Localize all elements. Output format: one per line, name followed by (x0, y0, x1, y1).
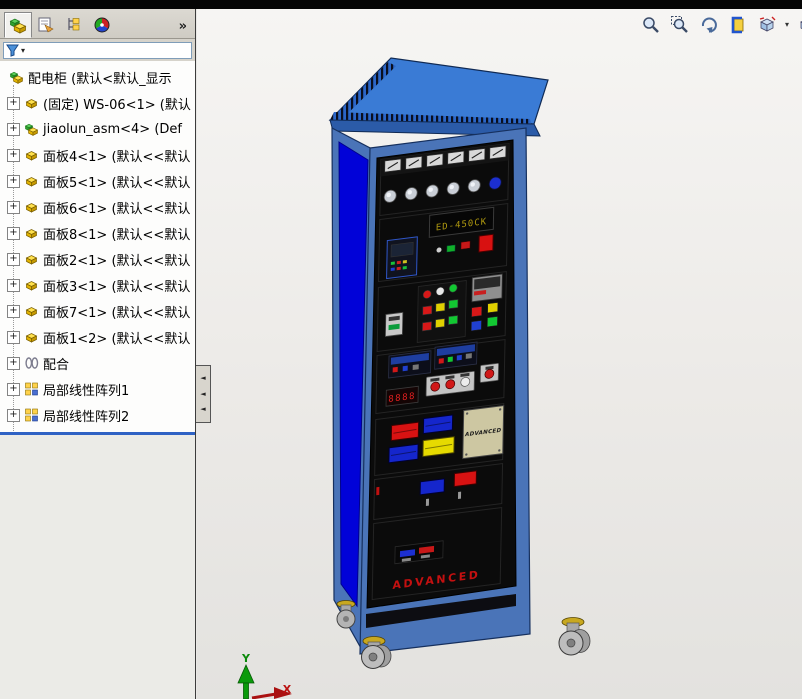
view-toolbar: ▾ ▾ (640, 12, 802, 38)
tree-item-label: jiaolun_asm<4> (Def (43, 122, 182, 137)
propertymanager-tab[interactable] (32, 12, 60, 38)
filter-row: ▾ (0, 39, 195, 61)
expand-toggle[interactable]: + (7, 123, 20, 136)
propertymanager-icon (36, 15, 56, 35)
featuremanager-panel: » ▾ 配电柜 (默认<默认_显示 + (固定) WS-06<1> (默认 (0, 9, 196, 699)
tree-item-label: 面板5<1> (默认<<默认 (43, 172, 190, 191)
rotate-view-icon[interactable] (698, 14, 720, 36)
tree-item-mates[interactable]: + 配合 (0, 350, 195, 376)
featuremanager-tabs: » (0, 9, 195, 39)
tree-item-label: 面板6<1> (默认<<默认 (43, 198, 190, 217)
configurationmanager-icon (64, 15, 84, 35)
vfd-unit (387, 237, 418, 279)
expand-toggle[interactable]: + (7, 357, 20, 370)
tree-item-local-pattern-2[interactable]: + 局部线性阵列2 (0, 402, 195, 428)
part-icon (23, 95, 41, 111)
tree-item-label: 面板4<1> (默认<<默认 (43, 146, 190, 165)
zoom-to-fit-icon[interactable] (640, 14, 662, 36)
tree-item-panel8[interactable]: + 面板8<1> (默认<<默认 (0, 220, 195, 246)
expand-toggle[interactable]: + (7, 175, 20, 188)
tree-item-panel3[interactable]: + 面板3<1> (默认<<默认 (0, 272, 195, 298)
tree-item-label: 面板8<1> (默认<<默认 (43, 224, 190, 243)
graphics-viewport[interactable]: ED-450CK (197, 9, 802, 699)
triad-x-label: X (283, 683, 292, 696)
tree-item-panel1[interactable]: + 面板1<2> (默认<<默认 (0, 324, 195, 350)
mates-icon (23, 355, 41, 371)
breaker-switch (385, 312, 402, 336)
part-icon (23, 199, 41, 215)
part-icon (23, 277, 41, 293)
tree-item-panel2[interactable]: + 面板2<1> (默认<<默认 (0, 246, 195, 272)
expand-toggle[interactable]: + (7, 253, 20, 266)
tree-item-panel5[interactable]: + 面板5<1> (默认<<默认 (0, 168, 195, 194)
expand-toggle[interactable]: + (7, 201, 20, 214)
cabinet-roof (330, 58, 548, 136)
featuremanager-tab[interactable] (4, 12, 32, 38)
part-icon (23, 147, 41, 163)
tabs-overflow-chevron[interactable]: » (179, 19, 191, 38)
tree-item-label: 局部线性阵列1 (43, 380, 129, 399)
pattern-icon (23, 407, 41, 423)
tree-item-label: 面板3<1> (默认<<默认 (43, 276, 190, 295)
displaymanager-icon (92, 15, 112, 35)
indicator-grid (417, 281, 466, 343)
view-triad: Y X (238, 652, 292, 699)
tree-item-panel7[interactable]: + 面板7<1> (默认<<默认 (0, 298, 195, 324)
featuremanager-tree-icon (8, 15, 28, 35)
tree-item-label: (固定) WS-06<1> (默认 (43, 94, 191, 113)
part-icon (23, 173, 41, 189)
assembly-icon (8, 69, 26, 85)
display-style-icon[interactable] (796, 14, 802, 36)
part-icon (23, 251, 41, 267)
expand-toggle[interactable]: + (7, 331, 20, 344)
solidworks-window: ED-450CK (0, 0, 802, 699)
feature-tree: 配电柜 (默认<默认_显示 + (固定) WS-06<1> (默认 + jiao… (0, 61, 195, 432)
tree-item-panel6[interactable]: + 面板6<1> (默认<<默认 (0, 194, 195, 220)
expand-toggle[interactable]: + (7, 383, 20, 396)
tree-item-label: 面板1<2> (默认<<默认 (43, 328, 190, 347)
configurationmanager-tab[interactable] (60, 12, 88, 38)
expand-toggle[interactable]: + (7, 97, 20, 110)
part-icon (23, 329, 41, 345)
collapse-arrow-icon: ◄ (200, 406, 205, 413)
expand-toggle[interactable]: + (7, 409, 20, 422)
tree-item-panel4[interactable]: + 面板4<1> (默认<<默认 (0, 142, 195, 168)
window-top-strip (0, 0, 802, 9)
tree-item-label: 面板7<1> (默认<<默认 (43, 302, 190, 321)
section-view-icon[interactable] (727, 14, 749, 36)
caster-front-right (559, 618, 590, 656)
collapse-arrow-icon: ◄ (200, 391, 205, 398)
collapse-arrow-icon: ◄ (200, 375, 205, 382)
tree-item-label: 局部线性阵列2 (43, 406, 129, 425)
tree-item-local-pattern-1[interactable]: + 局部线性阵列1 (0, 376, 195, 402)
triad-y-label: Y (241, 652, 251, 665)
panel-collapse-handle[interactable]: ◄ ◄ ◄ (196, 365, 211, 423)
caster-rear-left (337, 601, 355, 629)
filter-funnel-icon (6, 43, 19, 57)
expand-toggle[interactable]: + (7, 305, 20, 318)
displaymanager-tab[interactable] (88, 12, 116, 38)
expand-toggle[interactable]: + (7, 279, 20, 292)
tree-item-assembly-root[interactable]: 配电柜 (默认<默认_显示 (0, 64, 195, 90)
panel-lower-pane (0, 435, 195, 695)
tree-item-label: 配合 (43, 354, 69, 373)
red-button (479, 234, 493, 252)
tree-item-jiaolun-asm[interactable]: + jiaolun_asm<4> (Def (0, 116, 195, 142)
part-icon (23, 225, 41, 241)
pattern-icon (23, 381, 41, 397)
assembly-icon (23, 121, 41, 137)
expand-toggle[interactable]: + (7, 227, 20, 240)
tree-item-label: 面板2<1> (默认<<默认 (43, 250, 190, 269)
tree-item-ws06[interactable]: + (固定) WS-06<1> (默认 (0, 90, 195, 116)
tree-item-label: 配电柜 (默认<默认_显示 (28, 68, 172, 87)
cabinet-3d-model: ED-450CK (197, 9, 802, 699)
filter-caret-icon[interactable]: ▾ (21, 46, 25, 55)
view-orientation-caret[interactable]: ▾ (785, 14, 789, 36)
filter-box[interactable]: ▾ (3, 42, 192, 59)
zoom-to-area-icon[interactable] (669, 14, 691, 36)
expand-toggle[interactable]: + (7, 149, 20, 162)
part-icon (23, 303, 41, 319)
view-orientation-icon[interactable] (756, 14, 778, 36)
